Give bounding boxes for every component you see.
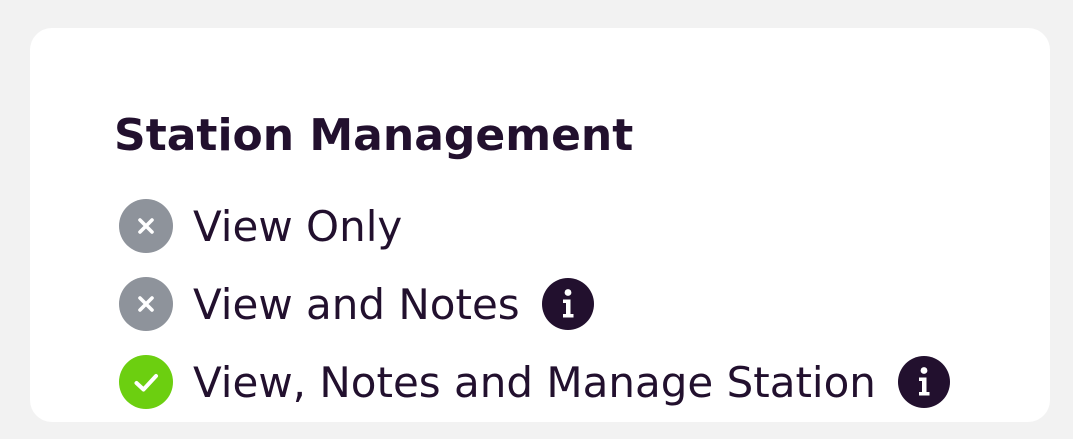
check-circle-icon xyxy=(119,355,173,409)
info-icon[interactable] xyxy=(541,278,594,330)
permission-option-manage-station: View, Notes and Manage Station xyxy=(114,343,1050,421)
permission-option-view-only: View Only xyxy=(114,187,1050,265)
x-circle-icon xyxy=(119,199,173,253)
permission-options-list: View Only View and Notes View, Notes and… xyxy=(114,187,1050,421)
x-circle-icon xyxy=(119,277,173,331)
info-icon[interactable] xyxy=(897,356,950,408)
permission-option-label: View, Notes and Manage Station xyxy=(193,357,876,407)
section-title: Station Management xyxy=(114,110,634,161)
permission-option-label: View and Notes xyxy=(193,279,520,329)
permission-option-view-and-notes: View and Notes xyxy=(114,265,1050,343)
permission-card: Station Management View Only View and No… xyxy=(30,28,1050,422)
permission-option-label: View Only xyxy=(193,201,403,251)
